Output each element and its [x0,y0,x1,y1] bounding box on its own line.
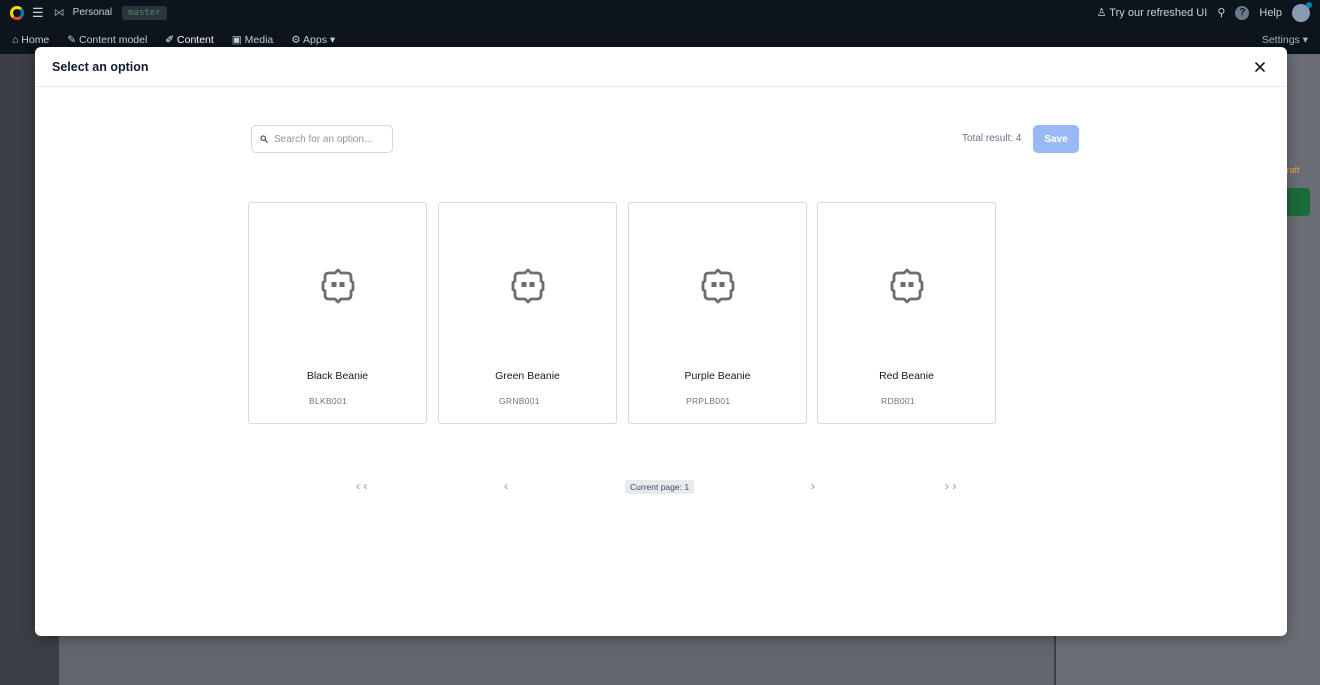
last-page-button[interactable]: › › [945,479,956,493]
try-refreshed-ui-link[interactable]: ♙ Try our refreshed UI [1097,6,1208,19]
menu-icon[interactable]: ☰ [32,5,44,21]
total-result: Total result: 4 [962,133,1022,144]
dialog-title: Select an option [52,59,149,74]
option-sku: RDB001 [881,396,915,406]
search-icon[interactable]: ⚲ [1217,6,1225,19]
top-bar: ☰ ⋈ Personal master ♙ Try our refreshed … [0,0,1320,25]
nav-settings[interactable]: Settings ▾ [1262,34,1308,46]
option-name: Green Beanie [495,370,560,382]
search-input[interactable] [274,133,384,145]
help-icon[interactable]: ? [1235,5,1250,20]
option-card[interactable]: Red Beanie RDB001 [817,202,996,424]
save-button[interactable]: Save [1033,125,1079,153]
product-placeholder-icon [889,268,925,304]
dialog-header: Select an option [35,47,1287,87]
nav-item-content[interactable]: ✐ Content [165,34,214,46]
option-sku: BLKB001 [309,396,348,406]
nav-item-apps[interactable]: ⚙ Apps ▾ [291,34,335,46]
nav-content-model-label: Content model [79,34,148,46]
product-placeholder-icon [700,268,736,304]
close-icon [1255,61,1265,72]
current-page-badge: Current page: 1 [625,480,695,494]
try-refreshed-label: Try our refreshed UI [1109,7,1208,19]
contentful-logo [10,5,24,20]
option-name: Red Beanie [879,370,934,382]
close-button[interactable] [1250,57,1270,77]
first-page-button[interactable]: ‹ ‹ [356,479,367,493]
space-name[interactable]: Personal [73,7,112,18]
nav-content-label: Content [177,34,214,46]
nav-item-content-model[interactable]: ✎ Content model [67,34,147,46]
option-sku: GRNB001 [499,396,540,406]
nav-item-home[interactable]: ⌂ Home [12,34,49,46]
option-card[interactable]: Black Beanie BLKB001 [248,202,427,424]
nav-media-label: Media [244,34,274,46]
chevron-double-right-icon: › › [945,479,957,493]
option-name: Black Beanie [306,370,369,382]
help-label[interactable]: Help [1259,7,1282,19]
product-placeholder-icon [510,268,546,304]
space-icon: ⋈ [53,7,65,19]
search-icon [260,135,268,143]
nav-apps-label: Apps [303,34,327,46]
chevron-right-icon: › [811,479,815,493]
option-name: Purple Beanie [684,370,751,382]
product-placeholder-icon [320,268,356,304]
search-field[interactable] [251,125,393,153]
option-card[interactable]: Purple Beanie PRPLB001 [628,202,807,424]
next-page-button[interactable]: › [811,479,815,493]
chevron-double-left-icon: ‹ ‹ [356,479,368,493]
settings-label: Settings [1261,34,1300,46]
option-sku: PRPLB001 [686,396,731,406]
select-option-dialog: Select an option Total result: 4 Save Bl… [35,47,1287,636]
option-card[interactable]: Green Beanie GRNB001 [438,202,617,424]
environment-badge[interactable]: master [122,5,167,20]
chevron-left-icon: ‹ [504,479,508,493]
nav-home-label: Home [21,34,50,46]
avatar[interactable] [1292,1,1312,22]
nav-item-media[interactable]: ▣ Media [232,34,273,46]
previous-page-button[interactable]: ‹ [504,479,508,493]
